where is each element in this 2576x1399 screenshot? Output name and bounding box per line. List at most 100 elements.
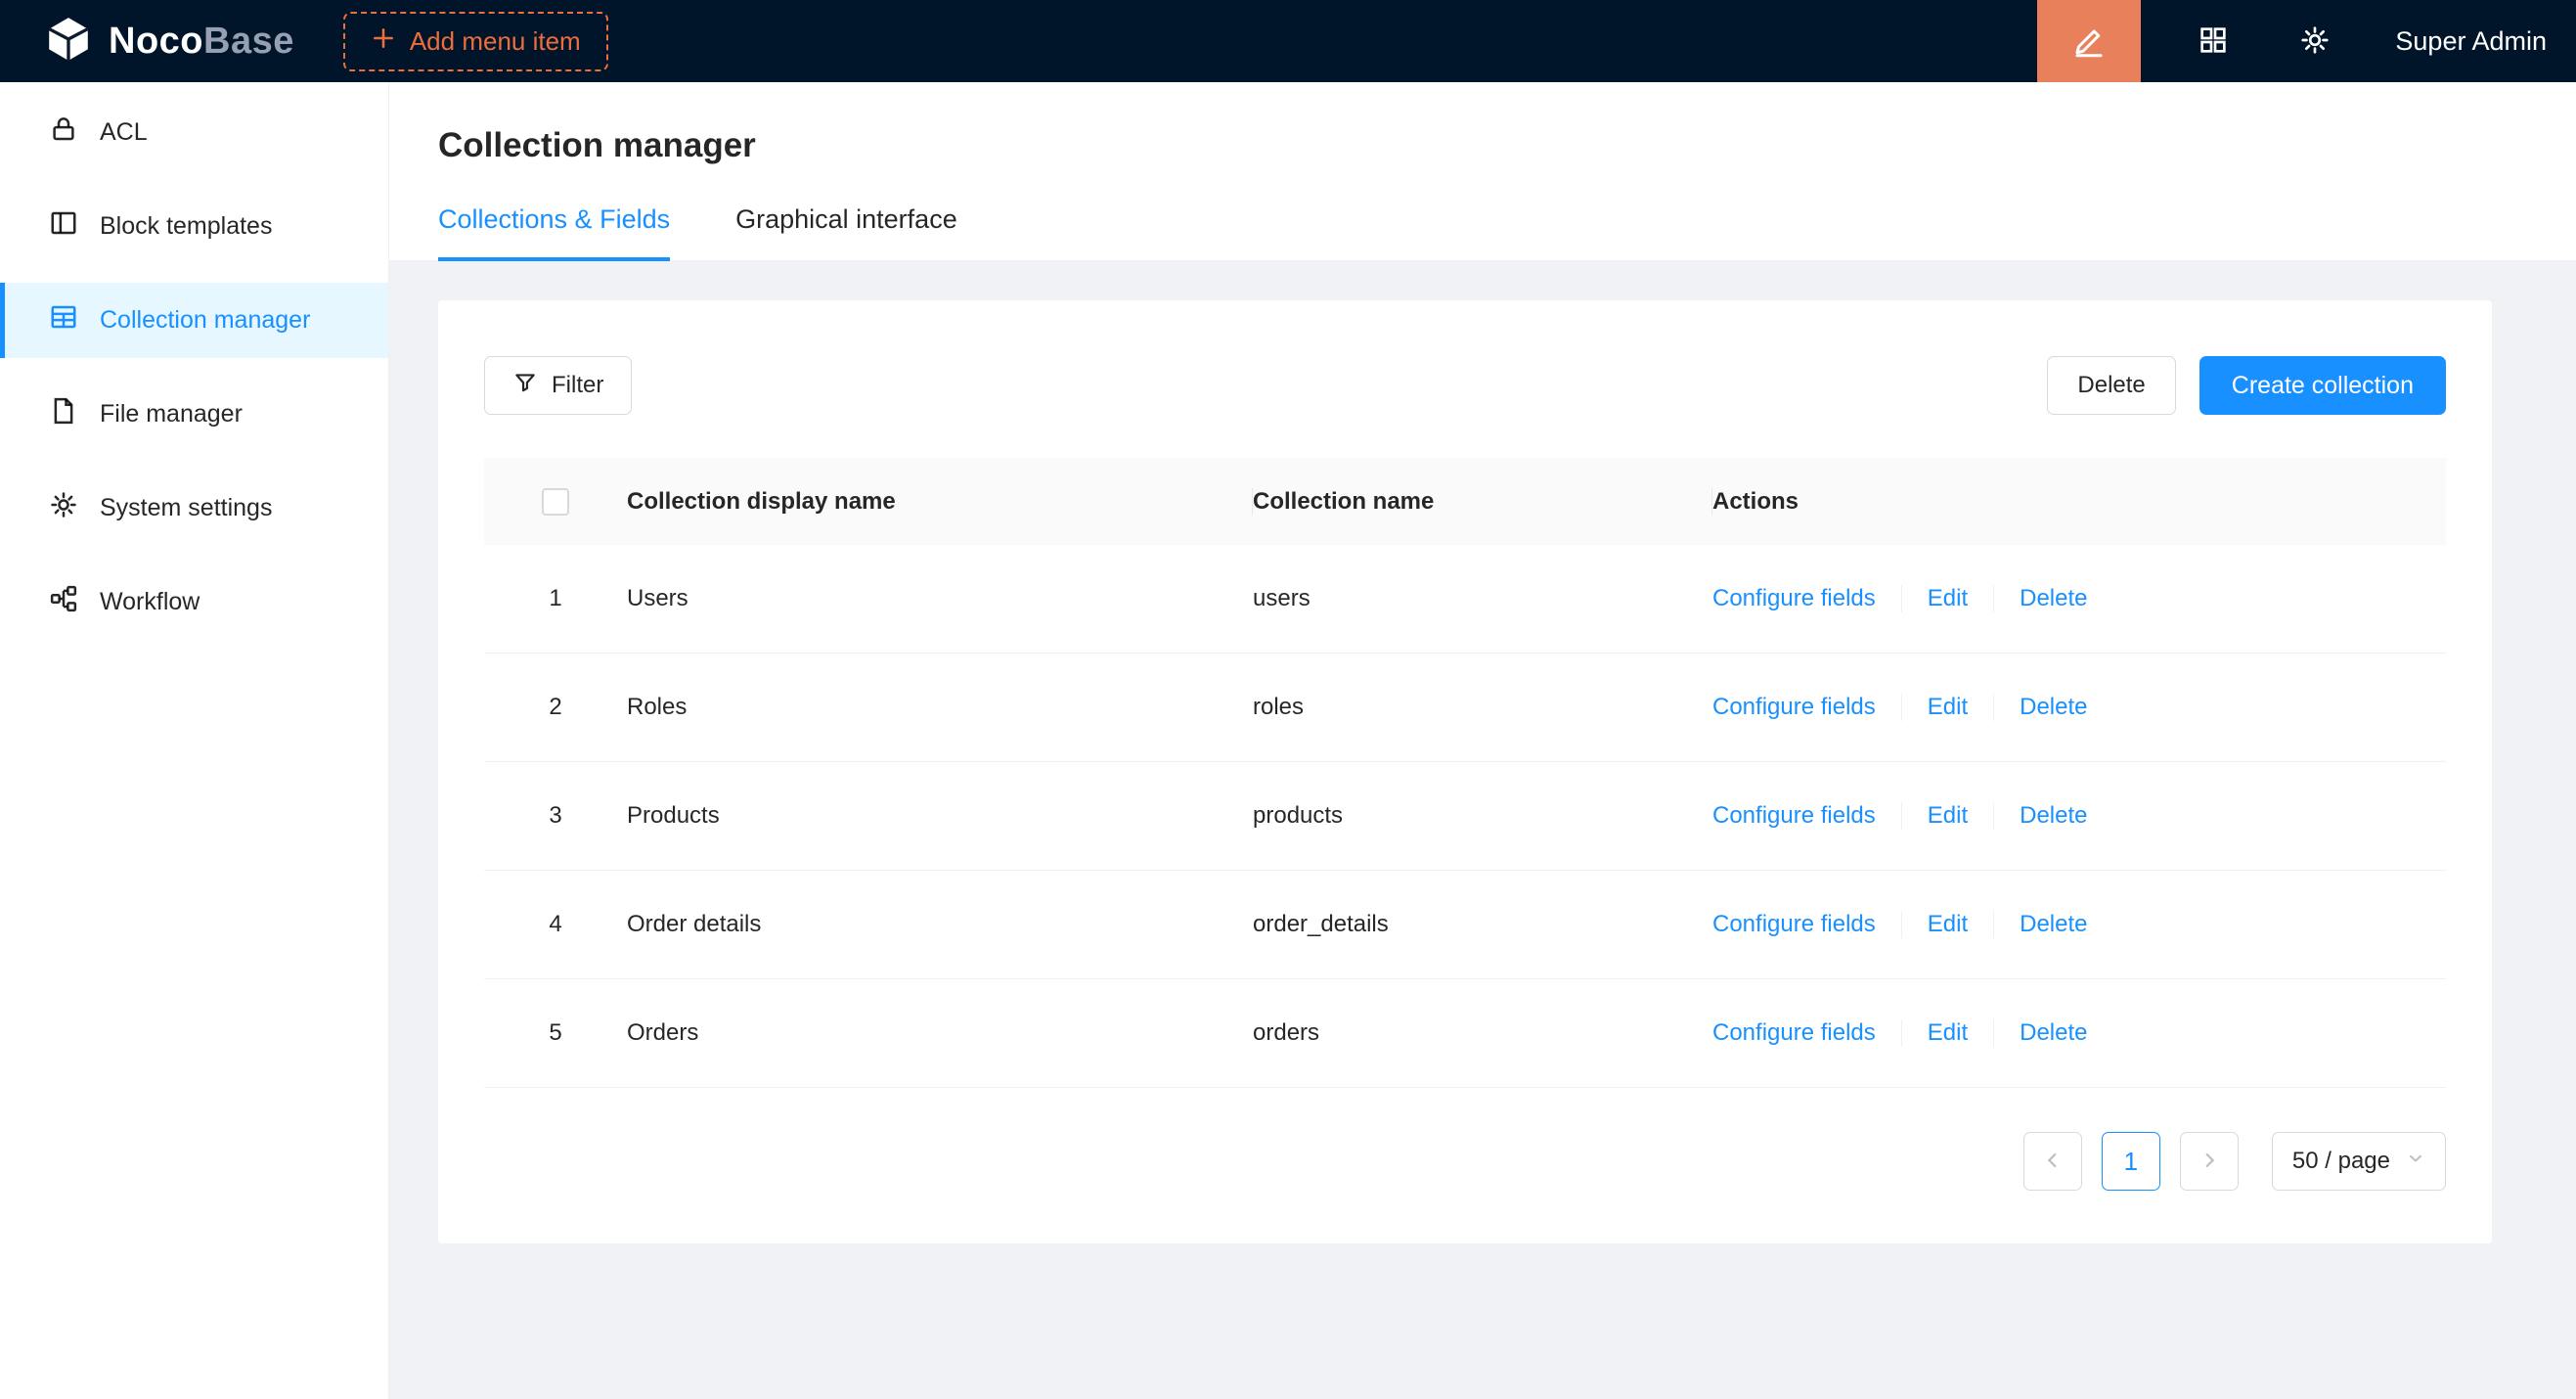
- edit-link[interactable]: Edit: [1928, 1019, 1968, 1047]
- page-head: Collection manager: [389, 82, 2576, 165]
- action-divider: [1993, 802, 1994, 830]
- sidebar-item-file-manager[interactable]: File manager: [0, 377, 388, 452]
- delete-link[interactable]: Delete: [2020, 585, 2087, 612]
- delete-link[interactable]: Delete: [2020, 802, 2087, 830]
- next-page-button[interactable]: [2180, 1132, 2239, 1191]
- file-icon: [49, 396, 78, 432]
- row-index: 4: [484, 911, 627, 938]
- row-index: 3: [484, 802, 627, 830]
- filter-label: Filter: [552, 372, 603, 399]
- page-number-button[interactable]: 1: [2102, 1132, 2160, 1191]
- delete-link[interactable]: Delete: [2020, 911, 2087, 938]
- sidebar-item-label: File manager: [100, 400, 243, 429]
- sidebar-item-collection-manager[interactable]: Collection manager: [0, 283, 388, 358]
- top-header: NocoBase Add menu item: [0, 0, 2576, 82]
- sidebar-item-acl[interactable]: ACL: [0, 95, 388, 170]
- sidebar-item-workflow[interactable]: Workflow: [0, 564, 388, 640]
- tab-collections-fields[interactable]: Collections & Fields: [438, 204, 670, 260]
- delete-link[interactable]: Delete: [2020, 694, 2087, 721]
- cell-display-name: Products: [627, 802, 1253, 830]
- edit-link[interactable]: Edit: [1928, 802, 1968, 830]
- settings-sidebar: ACL Block templates Collection manager F…: [0, 82, 389, 1399]
- configure-fields-link[interactable]: Configure fields: [1712, 1019, 1876, 1047]
- workflow-icon: [49, 584, 78, 620]
- row-index: 5: [484, 1019, 627, 1047]
- highlighter-icon: [2071, 23, 2107, 61]
- action-divider: [1901, 911, 1902, 938]
- header-actions: Actions: [1712, 488, 2446, 516]
- action-divider: [1901, 1019, 1902, 1047]
- collections-table: Collection display name Collection name …: [484, 458, 2446, 1088]
- configure-fields-link[interactable]: Configure fields: [1712, 802, 1876, 830]
- cell-display-name: Users: [627, 585, 1253, 612]
- sidebar-item-block-templates[interactable]: Block templates: [0, 189, 388, 264]
- add-menu-item-label: Add menu item: [410, 26, 581, 57]
- configure-fields-link[interactable]: Configure fields: [1712, 694, 1876, 721]
- chevron-down-icon: [2406, 1148, 2425, 1175]
- cell-actions: Configure fields Edit Delete: [1712, 585, 2446, 612]
- filter-funnel-icon: [512, 370, 538, 402]
- tab-bar: Collections & Fields Graphical interface: [389, 204, 2576, 261]
- sidebar-item-label: Block templates: [100, 212, 272, 241]
- pagination: 1 50 / page: [484, 1132, 2446, 1191]
- table-header-row: Collection display name Collection name …: [484, 458, 2446, 545]
- select-all-checkbox[interactable]: [542, 488, 569, 516]
- table-row: 2 Roles roles Configure fields Edit Dele…: [484, 654, 2446, 762]
- plugins-grid-button[interactable]: [2198, 24, 2229, 59]
- page-size-select[interactable]: 50 / page: [2272, 1132, 2446, 1191]
- table-row: 5 Orders orders Configure fields Edit De…: [484, 979, 2446, 1088]
- lock-icon: [49, 114, 78, 151]
- row-index: 2: [484, 694, 627, 721]
- create-collection-button[interactable]: Create collection: [2199, 356, 2446, 415]
- settings-button[interactable]: [2299, 24, 2331, 59]
- delete-link[interactable]: Delete: [2020, 1019, 2087, 1047]
- cell-display-name: Roles: [627, 694, 1253, 721]
- sidebar-item-label: System settings: [100, 494, 272, 522]
- brand-name-bold: Noco: [109, 21, 203, 62]
- action-divider: [1901, 802, 1902, 830]
- layout-icon: [49, 208, 78, 245]
- tab-graphical-interface[interactable]: Graphical interface: [735, 204, 957, 260]
- body-area: ACL Block templates Collection manager F…: [0, 82, 2576, 1399]
- collection-table-icon: [49, 302, 78, 338]
- prev-page-button[interactable]: [2023, 1132, 2082, 1191]
- header-display-name: Collection display name: [627, 488, 1253, 516]
- cell-collection-name: orders: [1253, 1019, 1712, 1047]
- sidebar-item-label: ACL: [100, 118, 148, 147]
- cell-collection-name: order_details: [1253, 911, 1712, 938]
- brand-name-light: Base: [203, 21, 294, 62]
- brand-name: NocoBase: [109, 21, 294, 63]
- chevron-left-icon: [2042, 1150, 2064, 1174]
- table-row: 3 Products products Configure fields Edi…: [484, 762, 2446, 871]
- action-divider: [1901, 694, 1902, 721]
- table-row: 4 Order details order_details Configure …: [484, 871, 2446, 979]
- sidebar-item-label: Collection manager: [100, 306, 310, 335]
- edit-link[interactable]: Edit: [1928, 694, 1968, 721]
- cell-actions: Configure fields Edit Delete: [1712, 911, 2446, 938]
- cell-collection-name: products: [1253, 802, 1712, 830]
- header-select-cell: [484, 488, 627, 516]
- content-area: Filter Delete Create collection: [389, 261, 2576, 1399]
- ui-designer-button[interactable]: [2037, 0, 2141, 82]
- main-panel: Collection manager Collections & Fields …: [389, 82, 2576, 1399]
- cell-collection-name: roles: [1253, 694, 1712, 721]
- chevron-right-icon: [2198, 1150, 2220, 1174]
- delete-button[interactable]: Delete: [2047, 356, 2175, 415]
- cell-display-name: Orders: [627, 1019, 1253, 1047]
- app-window: NocoBase Add menu item: [0, 0, 2576, 1399]
- configure-fields-link[interactable]: Configure fields: [1712, 585, 1876, 612]
- add-menu-item-button[interactable]: Add menu item: [343, 12, 608, 71]
- table-toolbar: Filter Delete Create collection: [484, 356, 2446, 415]
- configure-fields-link[interactable]: Configure fields: [1712, 911, 1876, 938]
- brand-logo[interactable]: NocoBase: [0, 15, 294, 68]
- row-index: 1: [484, 585, 627, 612]
- edit-link[interactable]: Edit: [1928, 911, 1968, 938]
- filter-button[interactable]: Filter: [484, 356, 632, 415]
- sidebar-item-system-settings[interactable]: System settings: [0, 471, 388, 546]
- action-divider: [1993, 1019, 1994, 1047]
- action-divider: [1993, 585, 1994, 612]
- cell-actions: Configure fields Edit Delete: [1712, 802, 2446, 830]
- action-divider: [1901, 585, 1902, 612]
- edit-link[interactable]: Edit: [1928, 585, 1968, 612]
- user-menu[interactable]: Super Admin: [2395, 26, 2547, 57]
